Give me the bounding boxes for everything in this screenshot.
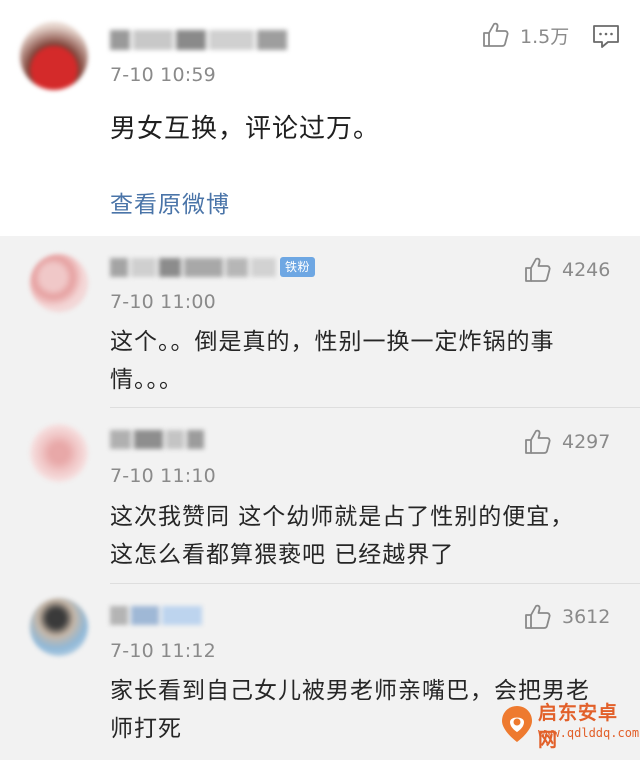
- comment-icon[interactable]: [592, 24, 620, 50]
- commenter-name-blurred[interactable]: [110, 430, 205, 449]
- iron-fan-badge: 铁粉: [280, 257, 316, 277]
- commenter-name-blurred[interactable]: [110, 258, 277, 277]
- post-like-count: 1.5万: [520, 25, 570, 48]
- thumbs-up-icon: [525, 604, 551, 629]
- comment-list: 铁粉 7-10 11:00 4246 这个。。倒是真的，性别一换一定炸锅的事 情…: [0, 236, 640, 760]
- post-timestamp: 7-10 10:59: [110, 64, 216, 86]
- comment-text-line: 这个。。倒是真的，性别一换一定炸锅的事: [110, 329, 555, 355]
- comment-like-count: 4297: [562, 431, 611, 453]
- commenter-avatar[interactable]: [30, 424, 88, 482]
- commenter-name-blurred[interactable]: [110, 606, 204, 625]
- comment-text-line: 情。。。: [110, 367, 183, 393]
- comment-item: 铁粉 7-10 11:00 4246 这个。。倒是真的，性别一换一定炸锅的事 情…: [0, 236, 640, 408]
- comment-timestamp: 7-10 11:10: [110, 465, 216, 487]
- comment-timestamp: 7-10 11:12: [110, 640, 216, 662]
- thumbs-up-icon: [525, 257, 551, 282]
- watermark-url: www.qdlddq.com: [538, 726, 640, 740]
- comment-like-button[interactable]: 3612: [524, 603, 610, 631]
- post-text: 男女互换，评论过万。: [110, 114, 381, 144]
- author-name-blurred[interactable]: [110, 30, 290, 50]
- comment-like-count: 4246: [562, 259, 611, 281]
- comment-text-line: 这怎么看都算猥亵吧 已经越界了: [110, 542, 455, 568]
- author-avatar[interactable]: [20, 22, 88, 90]
- site-watermark: 启东安卓网 www.qdlddq.com: [500, 694, 640, 758]
- watermark-logo-icon: [502, 706, 532, 742]
- thumbs-up-icon: [483, 22, 509, 47]
- comment-like-count: 3612: [562, 606, 611, 628]
- comment-text: 这个。。倒是真的，性别一换一定炸锅的事 情。。。: [110, 323, 620, 399]
- comment-text-line: 这次我赞同 这个幼师就是占了性别的便宜，: [110, 504, 575, 530]
- watermark-title: 启东安卓网: [538, 702, 619, 751]
- comment-item: 7-10 11:10 4297 这次我赞同 这个幼师就是占了性别的便宜， 这怎么…: [0, 408, 640, 584]
- comment-timestamp: 7-10 11:00: [110, 291, 216, 313]
- commenter-avatar[interactable]: [30, 598, 88, 656]
- thumbs-up-icon: [525, 429, 551, 454]
- view-original-post-link[interactable]: 查看原微博: [110, 185, 230, 219]
- main-post: 7-10 10:59 1.5万 男女互换，评论过万。 查看原微博: [0, 0, 640, 236]
- commenter-avatar[interactable]: [30, 254, 88, 312]
- comment-like-button[interactable]: 4297: [524, 428, 610, 456]
- comment-text: 这次我赞同 这个幼师就是占了性别的便宜， 这怎么看都算猥亵吧 已经越界了: [110, 498, 620, 574]
- comment-like-button[interactable]: 4246: [524, 256, 610, 284]
- post-like-button[interactable]: 1.5万: [482, 21, 569, 49]
